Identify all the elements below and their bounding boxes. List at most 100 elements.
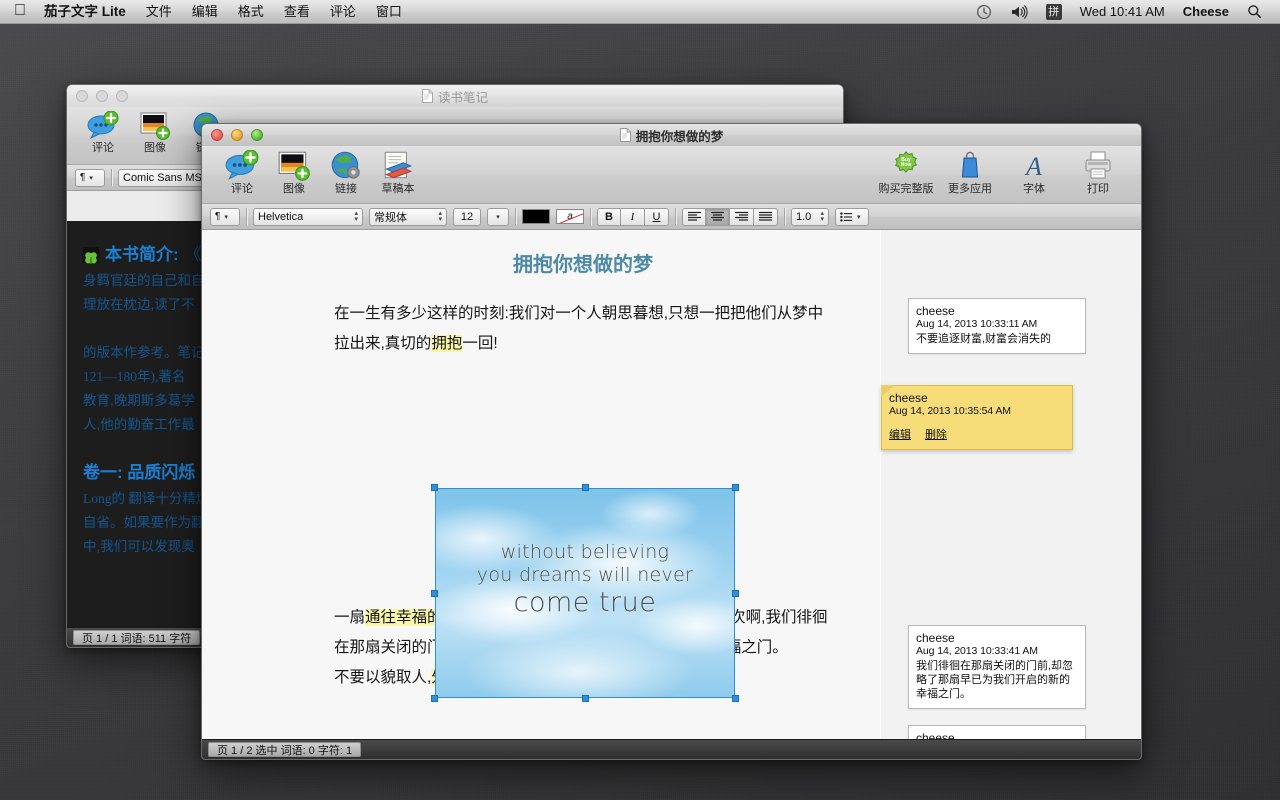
comment-card[interactable]: cheese Aug 14, 2013 10:33:41 AM 我们徘徊在那扇关… <box>908 625 1086 709</box>
menu-app-name[interactable]: 茄子文字 Lite <box>38 0 136 23</box>
menu-view[interactable]: 查看 <box>274 0 320 23</box>
front-window-format-bar: ¶ ▾ Helvetica ▴ ▾ 常规体 ▴ ▾ 12 ▾ a B I U 1… <box>202 204 1141 230</box>
document-scroll-area[interactable]: 拥抱你想做的梦 在一生有多少这样的时刻:我们对一个人朝思暮想,只想一把把他们从梦… <box>202 230 880 739</box>
spotlight-search-icon[interactable] <box>1238 0 1271 23</box>
time-machine-icon[interactable] <box>967 0 1001 23</box>
align-left-icon[interactable] <box>682 207 706 226</box>
front-toolbar-more-apps[interactable]: 更多应用 <box>941 150 999 195</box>
text-color-swatch[interactable]: a <box>556 209 584 224</box>
align-justify-icon[interactable] <box>754 207 778 226</box>
format-divider-4 <box>675 208 676 225</box>
front-toolbar-buy[interactable]: Buy Now 购买完整版 <box>877 150 935 195</box>
front-minimize-button[interactable] <box>231 129 243 141</box>
comment-body: 我们徘徊在那扇关闭的门前,却忽略了那扇早已为我们开启的新的幸福之门。 <box>916 660 1074 700</box>
comment-actions[interactable]: 编辑 删除 <box>889 417 1065 442</box>
window-embrace-your-dream[interactable]: 拥抱你想做的梦 评论 图像 链接 草稿本 Buy Now 购买完整版 更多应用 … <box>201 123 1142 760</box>
front-window-traffic-lights[interactable] <box>202 129 263 141</box>
list-style-button[interactable]: ▾ <box>835 207 869 226</box>
fill-color-swatch[interactable] <box>522 209 550 224</box>
menu-file[interactable]: 文件 <box>136 0 182 23</box>
back-doc-heading-1-text: 本书简介: <box>105 245 179 264</box>
back-window-traffic-lights[interactable] <box>67 90 128 102</box>
comment-card[interactable]: cheese Aug 14, 2013 10:33:11 AM 不要追逐财富,财… <box>908 298 1086 354</box>
menubar-clock[interactable]: Wed 10:41 AM <box>1071 0 1174 23</box>
italic-button[interactable]: I <box>621 207 645 226</box>
link-globe-icon <box>331 151 360 179</box>
front-window-toolbar: 评论 图像 链接 草稿本 Buy Now 购买完整版 更多应用 A 字体 打印 <box>202 146 1141 204</box>
line-spacing-stepper[interactable]: 1.0 ▴ ▾ <box>791 207 829 226</box>
text-style-segmented-control[interactable]: B I U <box>597 207 669 226</box>
comment-delete-link[interactable]: 删除 <box>925 429 947 442</box>
menu-window[interactable]: 窗口 <box>366 0 412 23</box>
font-style-select[interactable]: 常规体 ▴ ▾ <box>369 207 447 226</box>
font-size-dropdown-button[interactable]: ▾ <box>487 207 509 226</box>
selected-image-group[interactable]: without believing you dreams will never … <box>431 484 739 702</box>
align-center-icon[interactable] <box>706 207 730 226</box>
image-caption-line-3: come true <box>513 587 657 618</box>
resize-handle-bottom-right[interactable] <box>732 695 739 702</box>
align-right-icon[interactable] <box>730 207 754 226</box>
input-source-icon[interactable]: 拼 <box>1037 0 1071 23</box>
back-close-button[interactable] <box>76 90 88 102</box>
font-size-input[interactable]: 12 <box>453 207 481 226</box>
resize-handle-bottom-center[interactable] <box>582 695 589 702</box>
back-toolbar-comment[interactable]: 评论 <box>77 111 129 154</box>
comment-timestamp: Aug 14, 2013 10:33:11 AM <box>916 318 1038 330</box>
front-toolbar-scrapbook[interactable]: 草稿本 <box>372 150 424 195</box>
comment-author: cheese <box>889 391 928 405</box>
resize-handle-middle-right[interactable] <box>732 590 739 597</box>
comment-card[interactable]: cheese Aug 14, 2013 10:34:24 AM <box>908 725 1086 739</box>
volume-icon[interactable] <box>1001 0 1037 23</box>
menu-format[interactable]: 格式 <box>228 0 274 23</box>
front-toolbar-font[interactable]: A 字体 <box>1005 150 1063 195</box>
clover-icon <box>83 247 99 264</box>
back-paragraph-style-button[interactable]: ¶ ▾ <box>75 168 105 187</box>
comment-author: cheese <box>916 631 955 645</box>
front-zoom-button[interactable] <box>251 129 263 141</box>
back-zoom-button[interactable] <box>116 90 128 102</box>
format-divider-1 <box>246 208 247 225</box>
document-paragraph-1[interactable]: 在一生有多少这样的时刻:我们对一个人朝思暮想,只想一把把他们从梦中拉出来,真切的… <box>286 299 880 359</box>
front-window-title-text: 拥抱你想做的梦 <box>635 129 724 144</box>
back-toolbar-image[interactable]: 图像 <box>129 111 181 154</box>
comment-card-selected[interactable]: cheese Aug 14, 2013 10:35:54 AM 编辑 删除 <box>881 385 1073 450</box>
underline-button[interactable]: U <box>645 207 669 226</box>
back-window-titlebar[interactable]: 读书笔记 <box>67 85 843 107</box>
resize-handle-bottom-left[interactable] <box>431 695 438 702</box>
paragraph-1-highlight[interactable]: 拥抱 <box>431 335 463 352</box>
font-family-select[interactable]: Helvetica ▴ ▾ <box>253 207 363 226</box>
menu-edit[interactable]: 编辑 <box>182 0 228 23</box>
alignment-segmented-control[interactable] <box>682 207 778 226</box>
menu-comment[interactable]: 评论 <box>320 0 366 23</box>
line-spacing-value: 1.0 <box>796 210 812 223</box>
document-title: 拥抱你想做的梦 <box>513 254 653 276</box>
front-toolbar-image[interactable]: 图像 <box>268 150 320 195</box>
bold-button[interactable]: B <box>597 207 621 226</box>
apple-logo-icon[interactable]:  <box>0 0 38 23</box>
font-icon: A <box>1024 152 1042 181</box>
front-toolbar-image-label: 图像 <box>283 183 305 195</box>
image-add-icon <box>140 112 170 140</box>
comment-edit-link[interactable]: 编辑 <box>889 429 911 442</box>
comment-add-icon <box>87 111 119 140</box>
comments-pane[interactable]: cheese Aug 14, 2013 10:33:11 AM 不要追逐财富,财… <box>881 230 1141 739</box>
front-toolbar-comment[interactable]: 评论 <box>216 150 268 195</box>
font-style-value: 常规体 <box>374 211 407 224</box>
resize-handle-top-right[interactable] <box>732 484 739 491</box>
format-divider-5 <box>784 208 785 225</box>
comment-body: 不要追逐财富,财富会消失的 <box>916 333 1052 345</box>
back-font-family-value: Comic Sans MS <box>123 171 202 184</box>
resize-handle-top-center[interactable] <box>582 484 589 491</box>
front-toolbar-more-apps-label: 更多应用 <box>948 183 992 195</box>
back-minimize-button[interactable] <box>96 90 108 102</box>
document-image[interactable]: without believing you dreams will never … <box>435 488 735 698</box>
front-window-titlebar[interactable]: 拥抱你想做的梦 <box>202 124 1141 146</box>
front-close-button[interactable] <box>211 129 223 141</box>
menubar-user[interactable]: Cheese <box>1174 0 1238 23</box>
resize-handle-middle-left[interactable] <box>431 590 438 597</box>
front-toolbar-print[interactable]: 打印 <box>1069 150 1127 195</box>
paragraph-style-button[interactable]: ¶ ▾ <box>210 207 240 226</box>
resize-handle-top-left[interactable] <box>431 484 438 491</box>
comment-author: cheese <box>916 731 955 739</box>
front-toolbar-link[interactable]: 链接 <box>320 150 372 195</box>
